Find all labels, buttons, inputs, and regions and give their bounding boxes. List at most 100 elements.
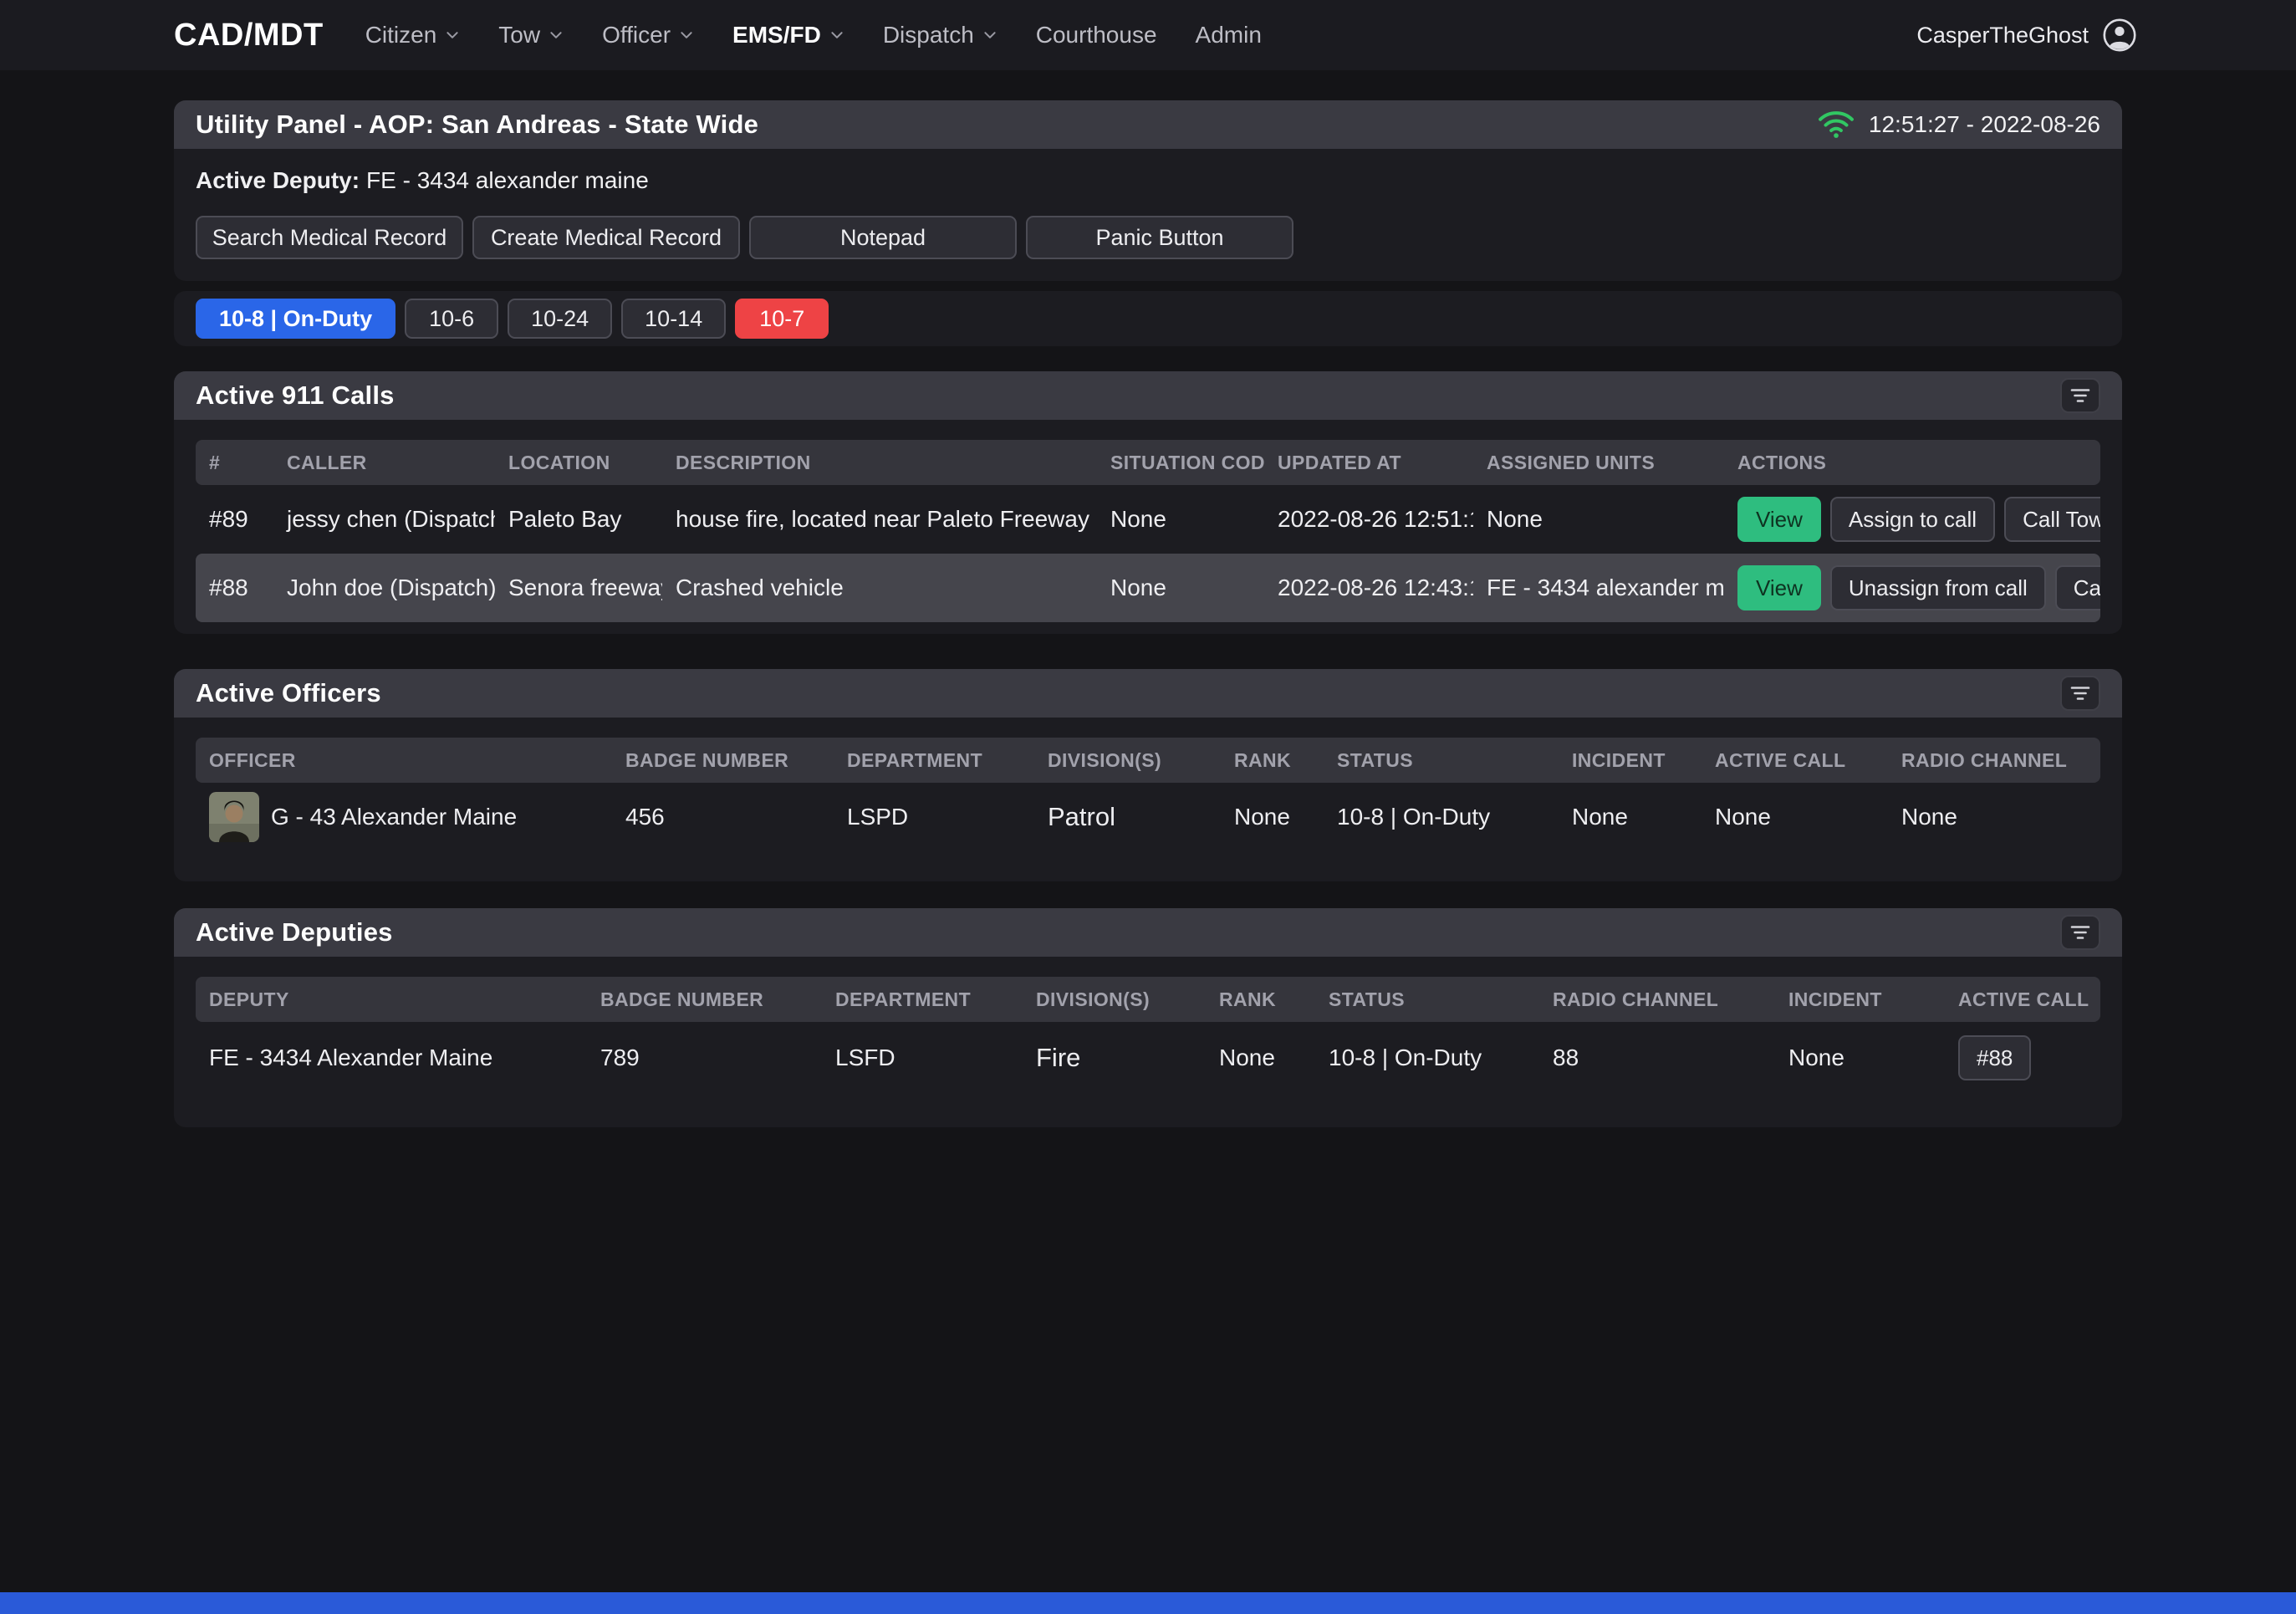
column-header-status: Status	[1315, 988, 1539, 1011]
column-header-department: Department	[822, 988, 1023, 1011]
unassign-from-call-button[interactable]: Unassign from call	[1830, 565, 2046, 610]
cell-rank: None	[1221, 804, 1324, 830]
search-medical-record-button[interactable]: Search Medical Record	[196, 216, 463, 259]
column-header-badge-number: Badge Number	[612, 749, 834, 772]
call-tow-button[interactable]: Call Tow	[2055, 565, 2100, 610]
user-menu[interactable]: CasperTheGhost	[1916, 18, 2137, 53]
nav-item-label: Dispatch	[883, 22, 974, 49]
cell-badge_number: 456	[612, 804, 834, 830]
bottom-bar	[0, 1592, 2296, 1614]
active-officers-header: Active Officers	[174, 669, 2122, 718]
utility-buttons: Search Medical RecordCreate Medical Reco…	[196, 216, 2100, 259]
filter-icon	[2069, 685, 2091, 702]
cell-division: Patrol	[1034, 802, 1221, 832]
active-911-calls-header: Active 911 Calls	[174, 371, 2122, 420]
cell-officer: G - 43 Alexander Maine	[196, 792, 612, 842]
nav-item-citizen[interactable]: Citizen	[365, 22, 461, 49]
status-button-10-8-on-duty[interactable]: 10-8 | On-Duty	[196, 299, 395, 339]
deputies-filter-button[interactable]	[2060, 915, 2100, 950]
cell-radio_channel: None	[1888, 804, 2100, 830]
active-deputies-panel: Active Deputies DeputyBadge NumberDepart…	[174, 908, 2122, 1127]
active-911-calls-title: Active 911 Calls	[196, 381, 395, 411]
filter-icon	[2069, 387, 2091, 404]
cell-description: Crashed vehicle	[662, 575, 1097, 601]
column-header-active-call: Active Call	[1945, 988, 2100, 1011]
calls-filter-button[interactable]	[2060, 378, 2100, 413]
column-header-radio-channel: Radio Channel	[1539, 988, 1775, 1011]
column-header-rank: Rank	[1221, 749, 1324, 772]
column-header-status: Status	[1324, 749, 1559, 772]
table-header-row: OfficerBadge NumberDepartmentDivision(s)…	[196, 738, 2100, 783]
username: CasperTheGhost	[1916, 23, 2089, 49]
view-button[interactable]: View	[1737, 497, 1821, 542]
table-header-row: DeputyBadge NumberDepartmentDivision(s)R…	[196, 977, 2100, 1022]
column-header-updated-at: Updated At	[1264, 452, 1473, 474]
cell-division: Fire	[1023, 1043, 1206, 1073]
column-header-division-s: Division(s)	[1023, 988, 1206, 1011]
column-header-assigned-units: Assigned Units	[1473, 452, 1724, 474]
nav-item-tow[interactable]: Tow	[498, 22, 564, 49]
cell-status: 10-8 | On-Duty	[1315, 1045, 1539, 1071]
active-call-button[interactable]: #88	[1958, 1035, 2031, 1080]
active-deputies-header: Active Deputies	[174, 908, 2122, 957]
call-tow-button[interactable]: Call Tow	[2004, 497, 2100, 542]
create-medical-record-button[interactable]: Create Medical Record	[472, 216, 740, 259]
nav-item-label: Citizen	[365, 22, 437, 49]
view-button[interactable]: View	[1737, 565, 1821, 610]
status-button-10-7[interactable]: 10-7	[735, 299, 829, 339]
column-header-situation-code: Situation Code	[1097, 452, 1264, 474]
column-header-radio-channel: Radio Channel	[1888, 749, 2100, 772]
table-row: #89jessy chen (Dispatch)Paleto Bayhouse …	[196, 485, 2100, 554]
nav-item-admin[interactable]: Admin	[1196, 22, 1262, 49]
column-header-department: Department	[834, 749, 1034, 772]
panic-button-button[interactable]: Panic Button	[1026, 216, 1293, 259]
server-time: 12:51:27 - 2022-08-26	[1869, 111, 2100, 138]
nav-item-ems-fd[interactable]: EMS/FD	[732, 22, 844, 49]
main-menu: Citizen Tow Officer EMS/FD Dispatch Courthous…	[365, 22, 1262, 49]
active-deputy-line: Active Deputy:FE - 3434 alexander maine	[196, 167, 2100, 194]
cell-department: LSFD	[822, 1045, 1023, 1071]
status-button-10-6[interactable]: 10-6	[405, 299, 498, 339]
column-header-active-call: Active Call	[1702, 749, 1888, 772]
person-circle-icon	[2102, 18, 2137, 53]
officers-filter-button[interactable]	[2060, 676, 2100, 711]
cell-badge_number: 789	[587, 1045, 822, 1071]
nav-item-label: Admin	[1196, 22, 1262, 49]
cell-caller: jessy chen (Dispatch)	[273, 506, 495, 533]
top-navbar: CAD/MDT CitizenTowOfficerEMS/FDDispatchC…	[0, 0, 2296, 70]
column-header-incident: Incident	[1559, 749, 1702, 772]
assign-to-call-button[interactable]: Assign to call	[1830, 497, 1995, 542]
calls-table: #CallerLocationDescriptionSituation Code…	[196, 440, 2100, 622]
cell-situation_code: None	[1097, 506, 1264, 533]
chevron-down-icon	[679, 28, 694, 43]
status-button-10-24[interactable]: 10-24	[508, 299, 612, 339]
cell-actions: ViewAssign to callCall Tow	[1724, 497, 2100, 542]
cell-department: LSPD	[834, 804, 1034, 830]
column-header-caller: Caller	[273, 452, 495, 474]
column-header-badge-number: Badge Number	[587, 988, 822, 1011]
cell-deputy: FE - 3434 Alexander Maine	[196, 1045, 587, 1071]
nav-item-label: Courthouse	[1036, 22, 1157, 49]
cell-id: #88	[196, 575, 273, 601]
column-header-officer: Officer	[196, 749, 612, 772]
cell-caller: John doe (Dispatch)	[273, 575, 495, 601]
nav-item-dispatch[interactable]: Dispatch	[883, 22, 997, 49]
nav-item-officer[interactable]: Officer	[602, 22, 694, 49]
notepad-button[interactable]: Notepad	[749, 216, 1017, 259]
utility-panel: Utility Panel - AOP: San Andreas - State…	[174, 100, 2122, 281]
cell-location: Senora freeway	[495, 575, 662, 601]
table-row: FE - 3434 Alexander Maine789LSFDFireNone…	[196, 1022, 2100, 1094]
status-buttons: 10-8 | On-Duty10-610-2410-1410-7	[196, 299, 829, 339]
table-row: G - 43 Alexander Maine456LSPDPatrolNone1…	[196, 783, 2100, 851]
chevron-down-icon	[982, 28, 997, 43]
chevron-down-icon	[829, 28, 844, 43]
main-content: Utility Panel - AOP: San Andreas - State…	[174, 70, 2122, 1127]
chevron-down-icon	[445, 28, 460, 43]
cell-location: Paleto Bay	[495, 506, 662, 533]
status-button-10-14[interactable]: 10-14	[621, 299, 726, 339]
nav-item-courthouse[interactable]: Courthouse	[1036, 22, 1157, 49]
active-deputy-value: FE - 3434 alexander maine	[366, 167, 649, 193]
app-logo[interactable]: CAD/MDT	[174, 18, 324, 54]
active-deputies-title: Active Deputies	[196, 917, 393, 947]
cell-description: house fire, located near Paleto Freeway	[662, 506, 1097, 533]
